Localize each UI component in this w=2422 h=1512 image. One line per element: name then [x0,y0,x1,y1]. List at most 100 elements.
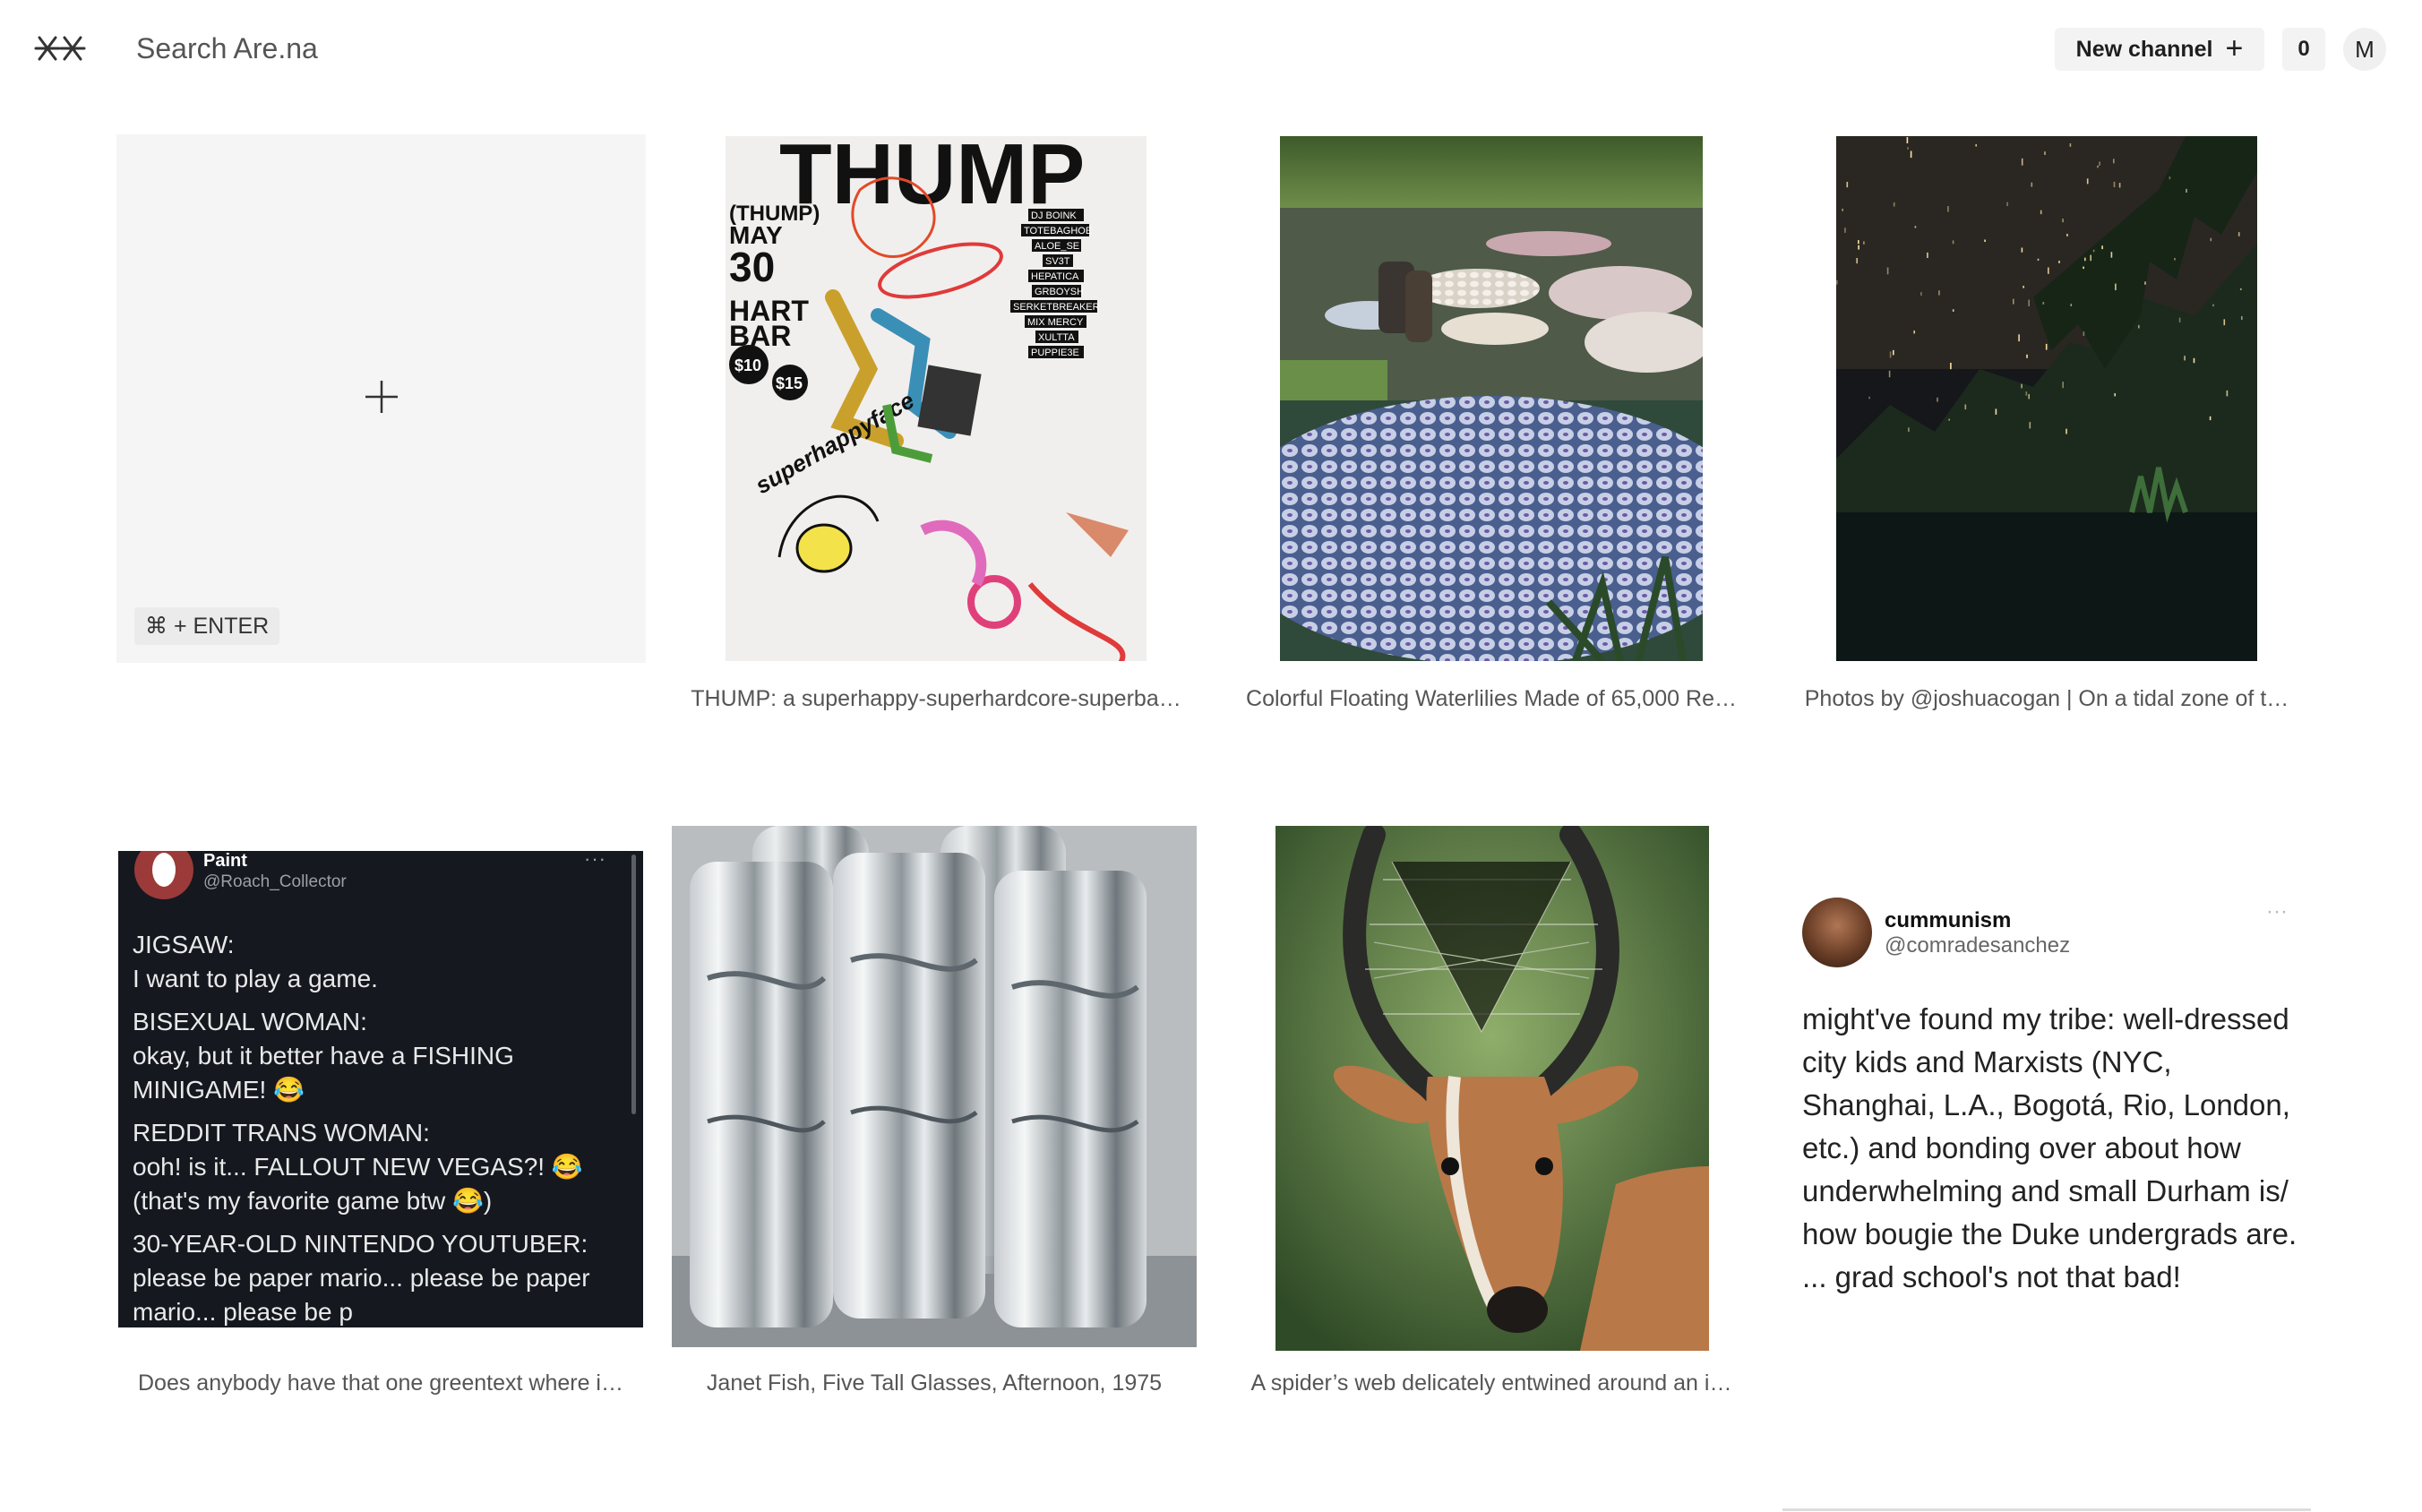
antelope-photo-image [1275,826,1709,1351]
tweet-text: might've found my tribe: well-dressed ci… [1802,1002,2297,1293]
light-speck [2013,298,2014,305]
image-block[interactable] [1836,136,2257,661]
light-speck [2040,210,2042,215]
plus-icon: + [2225,30,2244,65]
block-caption[interactable]: Does anybody have that one greentext whe… [125,1370,636,1396]
light-speck [2023,286,2024,288]
light-speck [1913,331,1915,334]
block-caption[interactable]: Janet Fish, Five Tall Glasses, Afternoon… [681,1370,1188,1396]
light-speck [1858,240,1859,245]
light-speck [2062,382,2064,389]
light-speck [2240,288,2242,290]
block-caption[interactable]: Photos by @joshuacogan | On a tidal zone… [1796,686,2297,712]
new-channel-label: New channel [2075,36,2213,62]
light-speck [2174,258,2176,261]
light-speck [1920,292,1922,296]
block-caption[interactable]: A spider’s web delicately entwined aroun… [1241,1370,1742,1396]
image-block[interactable]: THUMP (THUMP) MAY 30 HART BAR $10 $15 DJ… [726,136,1147,661]
light-speck [1937,397,1938,402]
tweet-block[interactable]: cummunism @comradesanchez ··· might've f… [1800,887,2320,1353]
tweet-line: okay, but it better have a FISHING MINIG… [133,1042,514,1104]
tweet-author-handle: @Roach_Collector [203,872,347,891]
light-speck [1842,209,1843,211]
light-speck [1886,267,1889,275]
image-block[interactable] [672,826,1197,1347]
light-speck [1836,279,1838,285]
light-speck [1889,351,1892,358]
night-photo-image [1836,136,2257,661]
light-speck [1910,150,1912,159]
light-speck [2138,324,2140,329]
poster-day: 30 [729,244,775,290]
light-speck [2226,390,2229,397]
lineup-name: MIX MERCY [1027,317,1084,328]
light-speck [2223,319,2226,326]
light-speck [1975,144,1977,147]
lineup-name: TOTEBAGHOE [1024,226,1092,236]
lineup-name: DJ BOINK [1031,210,1077,221]
light-speck [1952,309,1954,312]
poster-price-2: $15 [776,374,803,392]
poster-venue-2: BAR [729,320,791,352]
light-speck [2045,343,2048,350]
light-speck [2044,151,2046,155]
tweet-avatar [134,851,193,899]
light-speck [1907,147,1909,150]
block-caption[interactable]: THUMP: a superhappy-superhardcore-superb… [681,686,1191,712]
light-speck [2048,267,2049,274]
tweet-author-name: cummunism [1885,908,2012,932]
light-speck [2110,252,2113,258]
light-speck [1868,396,1870,399]
arena-logo-icon[interactable] [32,30,88,66]
tweet-screenshot[interactable]: Paint @Roach_Collector ··· JIGSAW: I wan… [118,851,643,1327]
add-block-button[interactable]: ⌘ + ENTER [116,134,646,663]
glasses-painting-image [672,826,1197,1347]
light-speck [2029,422,2031,429]
tweet-author-name: Paint [203,851,247,871]
waterlilies-image [1280,136,1703,661]
light-speck [2241,316,2243,320]
light-speck [1948,418,1950,421]
tweet-text: JIGSAW: I want to play a game. BISEXUAL … [133,928,616,1327]
light-speck [1906,137,1909,143]
light-speck [1914,226,1917,228]
light-speck [1844,228,1846,233]
light-speck [2037,258,2040,261]
light-speck [2237,232,2240,236]
light-speck [2209,416,2212,421]
light-speck [1856,258,1858,264]
block-caption[interactable]: Colorful Floating Waterlilies Made of 65… [1241,686,1742,712]
light-speck [2042,302,2045,305]
light-speck [1858,245,1859,250]
image-block[interactable] [1275,826,1709,1351]
notification-count[interactable]: 0 [2282,28,2325,71]
lineup-name: ALOE_SE [1035,241,1079,252]
light-speck [1947,206,1949,212]
search-input[interactable] [136,27,763,70]
light-speck [2058,261,2060,263]
light-speck [1863,241,1865,245]
shortcut-hint: ⌘ + ENTER [134,607,280,645]
lineup-name: HEPATICA [1031,271,1079,282]
light-speck [2083,331,2085,336]
light-speck [1908,427,1910,432]
light-speck [1893,202,1895,207]
light-speck [2210,237,2212,242]
light-speck [2118,183,2121,188]
light-speck [2070,304,2073,306]
light-speck [2092,249,2095,253]
more-icon[interactable]: ··· [2266,899,2288,924]
light-speck [2021,158,2023,166]
light-speck [2069,143,2072,147]
tweet-line: please be paper mario... please be paper… [133,1264,590,1326]
light-speck [1846,182,1849,188]
light-speck [2018,334,2020,342]
avatar[interactable]: M [2343,28,2386,71]
new-channel-button[interactable]: New channel + [2055,28,2264,71]
light-speck [2086,178,2089,185]
light-speck [2062,219,2064,223]
tweet-line: ooh! is it... FALLOUT NEW VEGAS?! 😂 (tha… [133,1153,583,1215]
light-speck [2031,182,2033,187]
light-speck [2066,428,2067,434]
image-block[interactable] [1280,136,1703,661]
